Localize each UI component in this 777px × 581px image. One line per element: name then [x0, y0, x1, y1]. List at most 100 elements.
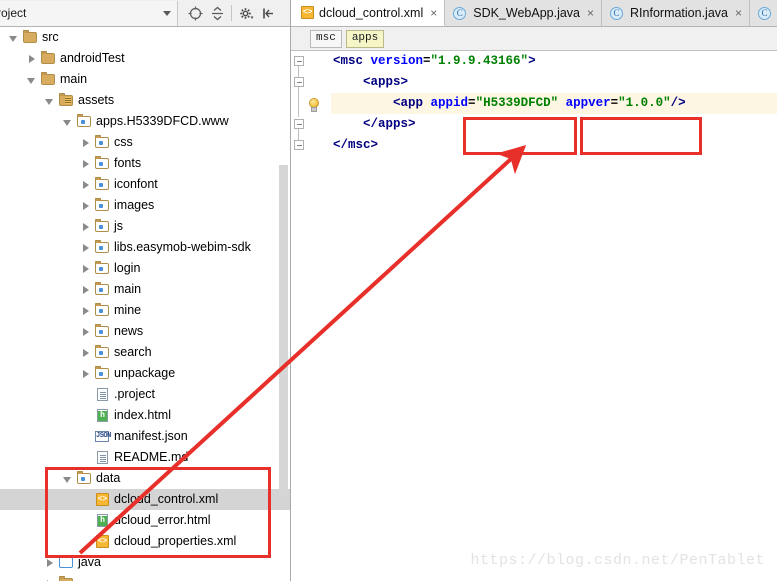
tree-row[interactable]: iconfont	[0, 174, 290, 195]
tree-item-label: iconfont	[114, 177, 158, 191]
chevron-down-icon[interactable]	[8, 32, 20, 44]
tree-row[interactable]: h index.html	[0, 405, 290, 426]
code-line[interactable]: </msc>	[331, 135, 777, 156]
project-tree-scrollbar[interactable]	[279, 165, 288, 495]
tree-row[interactable]: main	[0, 279, 290, 300]
tree-row[interactable]: images	[0, 195, 290, 216]
html-file-icon: h	[97, 409, 108, 422]
toolbar-separator	[231, 5, 232, 21]
tree-row[interactable]: news	[0, 321, 290, 342]
editor-gutter[interactable]	[291, 51, 331, 581]
project-view-selector[interactable]: roject	[0, 0, 178, 26]
hide-panel-icon[interactable]	[257, 2, 279, 24]
tree-row[interactable]: search	[0, 342, 290, 363]
chevron-down-icon[interactable]	[62, 116, 74, 128]
breadcrumb-item[interactable]: msc	[310, 29, 342, 48]
tree-row[interactable]	[0, 573, 290, 581]
chevron-right-icon[interactable]	[80, 221, 92, 233]
tree-row[interactable]: unpackage	[0, 363, 290, 384]
code-content[interactable]: <msc version="1.9.9.43166"> <apps> <app …	[331, 51, 777, 581]
locate-icon[interactable]	[184, 2, 206, 24]
tree-row[interactable]: fonts	[0, 153, 290, 174]
tree-row[interactable]: assets	[0, 90, 290, 111]
fold-marker[interactable]	[294, 77, 304, 87]
tree-row[interactable]: mine	[0, 300, 290, 321]
code-line[interactable]: </apps>	[331, 114, 777, 135]
fold-marker[interactable]	[294, 140, 304, 150]
code-token: version	[370, 54, 424, 68]
editor-tab[interactable]: C RInformation.java ×	[602, 0, 751, 26]
tree-row[interactable]: data	[0, 468, 290, 489]
tree-row[interactable]: java	[0, 552, 290, 573]
tree-row[interactable]: <> dcloud_properties.xml	[0, 531, 290, 552]
chevron-down-icon[interactable]	[44, 95, 56, 107]
chevron-right-icon[interactable]	[80, 284, 92, 296]
tree-row[interactable]: JSON manifest.json	[0, 426, 290, 447]
chevron-right-icon[interactable]	[80, 305, 92, 317]
file-icon	[97, 451, 108, 464]
tree-row[interactable]: apps.H5339DFCD.www	[0, 111, 290, 132]
tree-row[interactable]: README.md	[0, 447, 290, 468]
chevron-right-icon[interactable]	[44, 557, 56, 569]
tree-item-icon	[94, 240, 110, 255]
editor-tab[interactable]: C	[750, 0, 777, 26]
folder-src-icon	[95, 198, 109, 211]
chevron-down-icon[interactable]	[62, 473, 74, 485]
tree-row[interactable]: src	[0, 27, 290, 48]
editor-tab-label: dcloud_control.xml	[319, 5, 424, 20]
close-icon[interactable]: ×	[735, 7, 742, 19]
code-line[interactable]: <apps>	[331, 72, 777, 93]
tree-row[interactable]: .project	[0, 384, 290, 405]
lightbulb-icon[interactable]	[307, 98, 321, 113]
tree-row[interactable]: h dcloud_error.html	[0, 510, 290, 531]
close-icon[interactable]: ×	[587, 7, 594, 19]
chevron-right-icon[interactable]	[80, 326, 92, 338]
tree-item-label: data	[96, 471, 121, 485]
close-icon[interactable]: ×	[430, 7, 437, 19]
tree-item-icon: h	[94, 408, 110, 423]
collapse-all-icon[interactable]	[206, 2, 228, 24]
tree-row[interactable]: main	[0, 69, 290, 90]
chevron-right-icon[interactable]	[80, 368, 92, 380]
chevron-right-icon[interactable]	[44, 578, 56, 581]
tree-row[interactable]: libs.easymob-webim-sdk	[0, 237, 290, 258]
tree-item-icon	[94, 261, 110, 276]
fold-marker[interactable]	[294, 56, 304, 66]
editor-tab[interactable]: C SDK_WebApp.java ×	[445, 0, 603, 26]
tree-row[interactable]: css	[0, 132, 290, 153]
tree-item-label: dcloud_properties.xml	[114, 534, 237, 548]
tree-item-icon	[94, 387, 110, 402]
tree-row[interactable]: androidTest	[0, 48, 290, 69]
editor-tab[interactable]: <> dcloud_control.xml ×	[291, 0, 446, 26]
project-file-tree[interactable]: src androidTest main assets apps.H5339DFCD.w…	[0, 27, 290, 581]
chevron-right-icon[interactable]	[80, 158, 92, 170]
chevron-right-icon[interactable]	[80, 347, 92, 359]
tree-item-label: dcloud_control.xml	[114, 492, 219, 506]
folder-src-icon	[95, 366, 109, 379]
project-view-label: roject	[0, 6, 27, 20]
chevron-down-icon[interactable]	[26, 74, 38, 86]
editor-tab-label: RInformation.java	[630, 6, 728, 20]
fold-marker[interactable]	[294, 119, 304, 129]
breadcrumb-item[interactable]: apps	[345, 29, 385, 48]
code-token: </msc>	[333, 138, 379, 152]
chevron-right-icon[interactable]	[80, 242, 92, 254]
chevron-right-icon[interactable]	[80, 179, 92, 191]
settings-gear-icon[interactable]	[235, 2, 257, 24]
tree-row[interactable]: login	[0, 258, 290, 279]
folder-assets-icon	[59, 93, 73, 106]
java-file-icon: C	[453, 6, 467, 20]
code-line[interactable]: <app appid="H5339DFCD" appver="1.0.0"/>	[331, 93, 777, 114]
chevron-right-icon[interactable]	[80, 263, 92, 275]
chevron-right-icon[interactable]	[80, 137, 92, 149]
code-line[interactable]: <msc version="1.9.9.43166">	[331, 51, 777, 72]
chevron-right-icon[interactable]	[26, 53, 38, 65]
tree-item-icon	[22, 30, 38, 45]
tree-row[interactable]: js	[0, 216, 290, 237]
chevron-right-icon[interactable]	[80, 200, 92, 212]
code-editor[interactable]: <msc version="1.9.9.43166"> <apps> <app …	[291, 51, 777, 581]
tree-row[interactable]: <> dcloud_control.xml	[0, 489, 290, 510]
